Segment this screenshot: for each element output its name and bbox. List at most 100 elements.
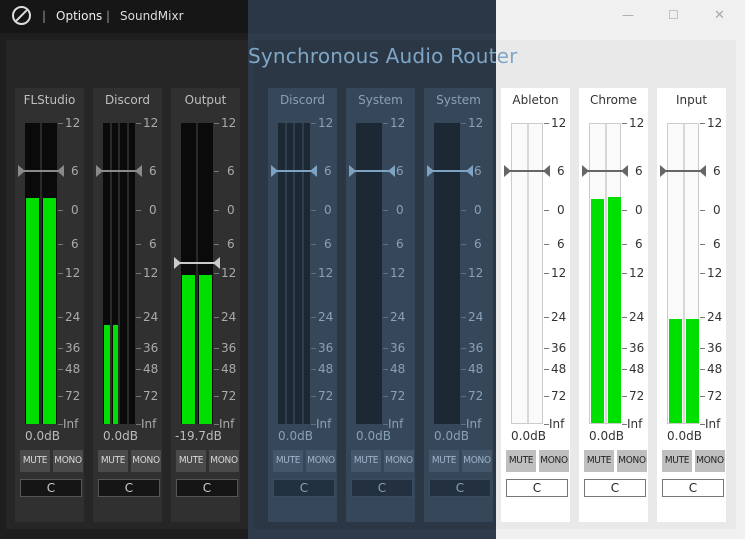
scale-label: 36 xyxy=(551,341,567,355)
scale-tick xyxy=(622,210,627,211)
scale-label: 6 xyxy=(227,237,235,251)
app-logo-icon[interactable] xyxy=(12,6,31,25)
scale-label: 48 xyxy=(629,362,645,376)
scale-label: 6 xyxy=(474,164,482,178)
scale-tick xyxy=(461,273,466,274)
scale-tick xyxy=(544,244,549,245)
scale-tick xyxy=(544,369,549,370)
mono-button[interactable]: MONO xyxy=(131,450,161,472)
scale-label: 24 xyxy=(318,310,334,324)
scale-tick xyxy=(700,210,705,211)
channel-strip-output: Output 12 6 0 6 12 24 36 48 72 Inf -19.7dB MUTE MONO C xyxy=(171,88,240,522)
scale-label: 24 xyxy=(707,310,723,324)
scale-tick xyxy=(544,210,549,211)
channel-name: Discord xyxy=(104,93,151,107)
meter-level-bar xyxy=(591,199,604,423)
scale-tick xyxy=(311,123,316,124)
scale-label: Inf xyxy=(466,417,482,431)
scale-tick xyxy=(700,273,705,274)
channel-name: FLStudio xyxy=(23,93,76,107)
minimize-button[interactable]: — xyxy=(622,8,634,22)
pan-control[interactable]: C xyxy=(98,479,160,497)
level-meter xyxy=(181,123,213,424)
mono-button[interactable]: MONO xyxy=(462,450,492,472)
scale-label: 48 xyxy=(551,362,567,376)
scale-tick xyxy=(383,210,388,211)
mute-button[interactable]: MUTE xyxy=(98,450,128,472)
scale-label: 36 xyxy=(143,341,159,355)
volume-fader-handle[interactable] xyxy=(96,164,142,178)
close-button[interactable]: ✕ xyxy=(714,8,725,23)
mute-button[interactable]: MUTE xyxy=(662,450,692,472)
mute-button[interactable]: MUTE xyxy=(429,450,459,472)
scale-tick xyxy=(311,396,316,397)
channel-strip-system: System 12 6 0 6 12 24 36 48 72 Inf 0.0dB MUTE MONO C xyxy=(346,88,415,522)
pan-control[interactable]: C xyxy=(506,479,568,497)
scale-label: 72 xyxy=(468,389,484,403)
mute-button[interactable]: MUTE xyxy=(351,450,381,472)
mono-button[interactable]: MONO xyxy=(209,450,239,472)
volume-fader-handle[interactable] xyxy=(582,164,628,178)
scale-tick xyxy=(383,244,388,245)
scale-label: 12 xyxy=(318,116,334,130)
volume-fader-handle[interactable] xyxy=(174,256,220,270)
mono-button[interactable]: MONO xyxy=(539,450,569,472)
mute-button[interactable]: MUTE xyxy=(506,450,536,472)
scale-tick xyxy=(461,369,466,370)
mute-button[interactable]: MUTE xyxy=(20,450,50,472)
scale-tick xyxy=(544,273,549,274)
pan-control[interactable]: C xyxy=(584,479,646,497)
scale-label: Inf xyxy=(316,417,332,431)
pan-control[interactable]: C xyxy=(273,479,335,497)
pan-control[interactable]: C xyxy=(20,479,82,497)
scale-label: 12 xyxy=(629,266,645,280)
volume-readout: 0.0dB xyxy=(25,429,60,443)
scale-tick xyxy=(700,317,705,318)
scale-label: Inf xyxy=(141,417,157,431)
options-menu[interactable]: Options xyxy=(56,9,102,23)
scale-label: 12 xyxy=(390,266,406,280)
mono-button[interactable]: MONO xyxy=(617,450,647,472)
maximize-button[interactable]: ☐ xyxy=(668,8,679,22)
mute-button[interactable]: MUTE xyxy=(273,450,303,472)
scale-label: 72 xyxy=(318,389,334,403)
scale-tick xyxy=(214,317,219,318)
scale-label: 48 xyxy=(318,362,334,376)
scale-label: 36 xyxy=(707,341,723,355)
volume-fader-handle[interactable] xyxy=(18,164,64,178)
scale-tick xyxy=(544,123,549,124)
scale-tick xyxy=(622,123,627,124)
volume-readout: -19.7dB xyxy=(175,429,222,443)
scale-label: 12 xyxy=(551,116,567,130)
scale-tick xyxy=(622,273,627,274)
mono-button[interactable]: MONO xyxy=(306,450,336,472)
meter-level-bar xyxy=(686,318,699,423)
volume-fader-handle[interactable] xyxy=(349,164,395,178)
volume-fader-handle[interactable] xyxy=(504,164,550,178)
volume-fader-handle[interactable] xyxy=(271,164,317,178)
scale-tick xyxy=(136,123,141,124)
scale-label: 24 xyxy=(468,310,484,324)
mono-button[interactable]: MONO xyxy=(53,450,83,472)
scale-label: 12 xyxy=(468,116,484,130)
pan-control[interactable]: C xyxy=(662,479,724,497)
scale-label: 72 xyxy=(551,389,567,403)
pan-control[interactable]: C xyxy=(429,479,491,497)
volume-readout: 0.0dB xyxy=(511,429,546,443)
scale-label: 48 xyxy=(65,362,81,376)
scale-tick xyxy=(383,317,388,318)
mute-button[interactable]: MUTE xyxy=(584,450,614,472)
scale-label: 48 xyxy=(221,362,237,376)
mono-button[interactable]: MONO xyxy=(384,450,414,472)
volume-fader-handle[interactable] xyxy=(660,164,706,178)
scale-tick xyxy=(383,348,388,349)
pan-control[interactable]: C xyxy=(351,479,413,497)
titlebar: — ☐ ✕ xyxy=(496,0,745,33)
scale-label: 12 xyxy=(221,266,237,280)
mono-button[interactable]: MONO xyxy=(695,450,725,472)
volume-fader-handle[interactable] xyxy=(427,164,473,178)
scale-label: 12 xyxy=(707,266,723,280)
scale-tick xyxy=(58,369,63,370)
mute-button[interactable]: MUTE xyxy=(176,450,206,472)
pan-control[interactable]: C xyxy=(176,479,238,497)
